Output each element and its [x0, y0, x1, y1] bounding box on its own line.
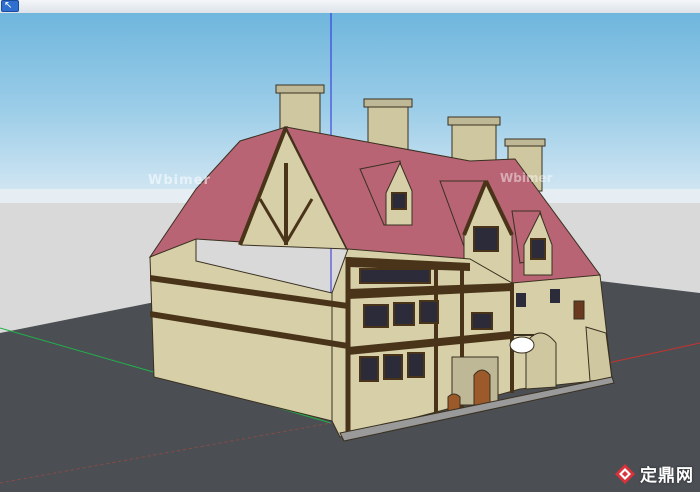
- dormer-window-1: [391, 192, 407, 210]
- gable-window-3: [530, 238, 546, 260]
- select-tool-button[interactable]: ↖: [1, 0, 19, 12]
- window-b: [393, 302, 415, 326]
- brand-logo: 定鼎网: [614, 461, 694, 486]
- watermark-center: Wbimer: [148, 173, 211, 188]
- model-viewport[interactable]: Wbimer Wbimer 定鼎网: [0, 13, 700, 492]
- upper-windows: [359, 268, 431, 284]
- top-toolbar: ↖: [0, 0, 700, 14]
- hanging-sign: [509, 336, 535, 354]
- front-door: [473, 369, 491, 406]
- brand-logo-icon: [615, 463, 635, 484]
- watermark-right: Wbimer: [500, 171, 553, 185]
- window-a: [363, 304, 389, 328]
- brand-logo-text: 定鼎网: [640, 466, 694, 486]
- select-arrow-icon: ↖: [4, 0, 13, 11]
- building-model: [0, 13, 700, 492]
- window-c: [419, 300, 439, 324]
- gable-window-2: [473, 226, 499, 252]
